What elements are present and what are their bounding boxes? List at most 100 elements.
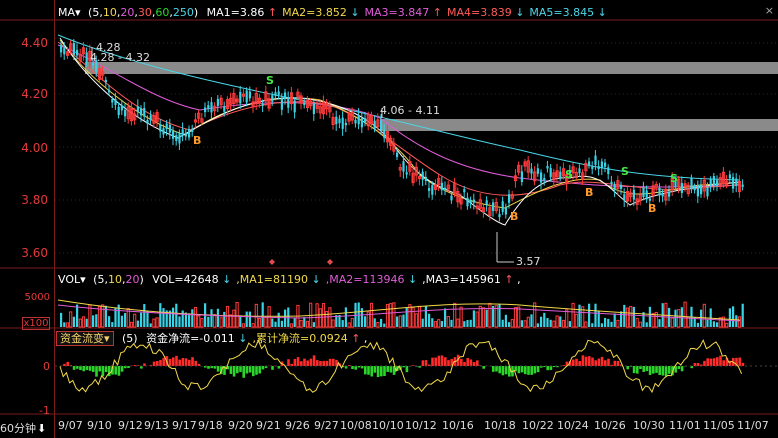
candle-body <box>520 171 523 182</box>
indicator-selector[interactable]: 资金流变▾ <box>56 331 114 346</box>
price-chart[interactable] <box>0 0 778 438</box>
volume-bar <box>111 322 114 327</box>
flow-bar <box>492 366 495 372</box>
flow-bar <box>738 357 741 366</box>
candle-body <box>293 100 296 113</box>
candle-body <box>104 79 107 83</box>
candle-body <box>341 117 344 129</box>
flow-bar <box>533 366 537 374</box>
flow-bar <box>127 366 130 369</box>
candle-body <box>245 90 248 103</box>
candle-body <box>424 176 427 181</box>
candle-body <box>277 91 280 95</box>
volume-bar <box>76 304 79 327</box>
param-value: 20 <box>125 273 140 286</box>
volume-bar <box>411 307 415 328</box>
volume-bar <box>478 305 482 328</box>
candle-body <box>450 195 453 201</box>
volume-bar <box>239 315 242 327</box>
flow-bar <box>114 366 117 375</box>
time-tick: 10/10 <box>372 419 404 432</box>
volume-bar <box>450 319 453 327</box>
flow-bar <box>594 360 597 366</box>
flow-bar <box>82 366 85 372</box>
candle-body <box>248 91 251 99</box>
volume-bar <box>155 317 159 328</box>
flow-bar <box>277 366 281 369</box>
volume-bar <box>159 303 162 327</box>
flow-bar <box>370 366 373 377</box>
volume-bar <box>223 311 226 327</box>
volume-bar <box>546 318 549 327</box>
volume-bar <box>741 303 744 327</box>
candle-body <box>728 174 731 179</box>
flow-bar <box>607 358 610 366</box>
candle-body <box>312 103 315 114</box>
flow-bar <box>498 366 501 374</box>
candle-body <box>693 187 696 191</box>
resistance-band <box>85 62 778 74</box>
flow-bar <box>168 358 172 366</box>
vol-ma-values: VOL=42648 ↓ ,MA1=81190 ↓ ,MA2=113946 ↓ ,MA3… <box>152 273 521 286</box>
flow-bar <box>316 360 319 366</box>
candle-body <box>600 161 603 169</box>
dropdown-caret-icon[interactable]: ▾ <box>80 273 86 286</box>
flow-bar <box>117 366 121 376</box>
candle-body <box>405 172 408 175</box>
candle-body <box>466 197 469 207</box>
flow-bar <box>309 358 313 366</box>
volume-bar <box>648 306 651 327</box>
volume-bar <box>588 303 591 327</box>
volume-bar <box>433 321 438 328</box>
candle-body <box>712 176 715 186</box>
candle-body <box>354 119 357 124</box>
flow-bar <box>476 360 479 366</box>
candle-body <box>668 191 671 197</box>
volume-bar <box>120 315 123 327</box>
flow-bar <box>389 366 393 373</box>
volume-bar <box>108 316 111 327</box>
flow-bar <box>95 366 98 377</box>
volume-bar <box>446 316 450 328</box>
volume-bar <box>555 315 559 328</box>
volume-bar <box>428 313 431 327</box>
candle-body <box>591 166 594 169</box>
flow-bar <box>597 358 601 366</box>
volume-bar <box>398 315 402 328</box>
volume-bar <box>257 318 262 328</box>
candle-body <box>85 52 88 63</box>
volume-bar <box>561 319 566 328</box>
candle-body <box>709 179 712 186</box>
period-selector[interactable]: 60分钟⬇ <box>0 420 47 436</box>
time-tick: 9/18 <box>198 419 223 432</box>
resistance-band <box>380 119 778 131</box>
flow-bar <box>197 363 201 366</box>
flow-bar <box>578 360 581 366</box>
flow-bar <box>255 366 258 375</box>
volume-bar <box>152 318 156 328</box>
volume-bar <box>574 313 578 328</box>
flow-bar <box>482 366 485 369</box>
flow-bar <box>98 366 101 372</box>
volume-bar <box>613 313 616 327</box>
volume-bar <box>303 317 306 327</box>
candle-body <box>472 199 475 203</box>
candle-body <box>216 98 219 106</box>
volume-bar <box>402 314 405 327</box>
flow-bar <box>252 366 255 377</box>
vol-indicator-name[interactable]: VOL <box>58 273 80 286</box>
flow-bar <box>367 366 370 375</box>
flow-bar <box>716 357 719 366</box>
param-value: 10 <box>107 273 122 286</box>
flow-bar <box>287 359 290 366</box>
flow-bar <box>668 366 671 374</box>
volume-bar <box>540 316 543 327</box>
volume-bar <box>69 311 73 328</box>
volume-bar <box>680 307 683 327</box>
flow-bar <box>72 366 76 370</box>
volume-bar <box>444 308 447 327</box>
flow-bar <box>296 357 300 366</box>
candle-body <box>261 103 264 106</box>
candle-body <box>642 187 645 198</box>
volume-bar <box>616 319 620 328</box>
